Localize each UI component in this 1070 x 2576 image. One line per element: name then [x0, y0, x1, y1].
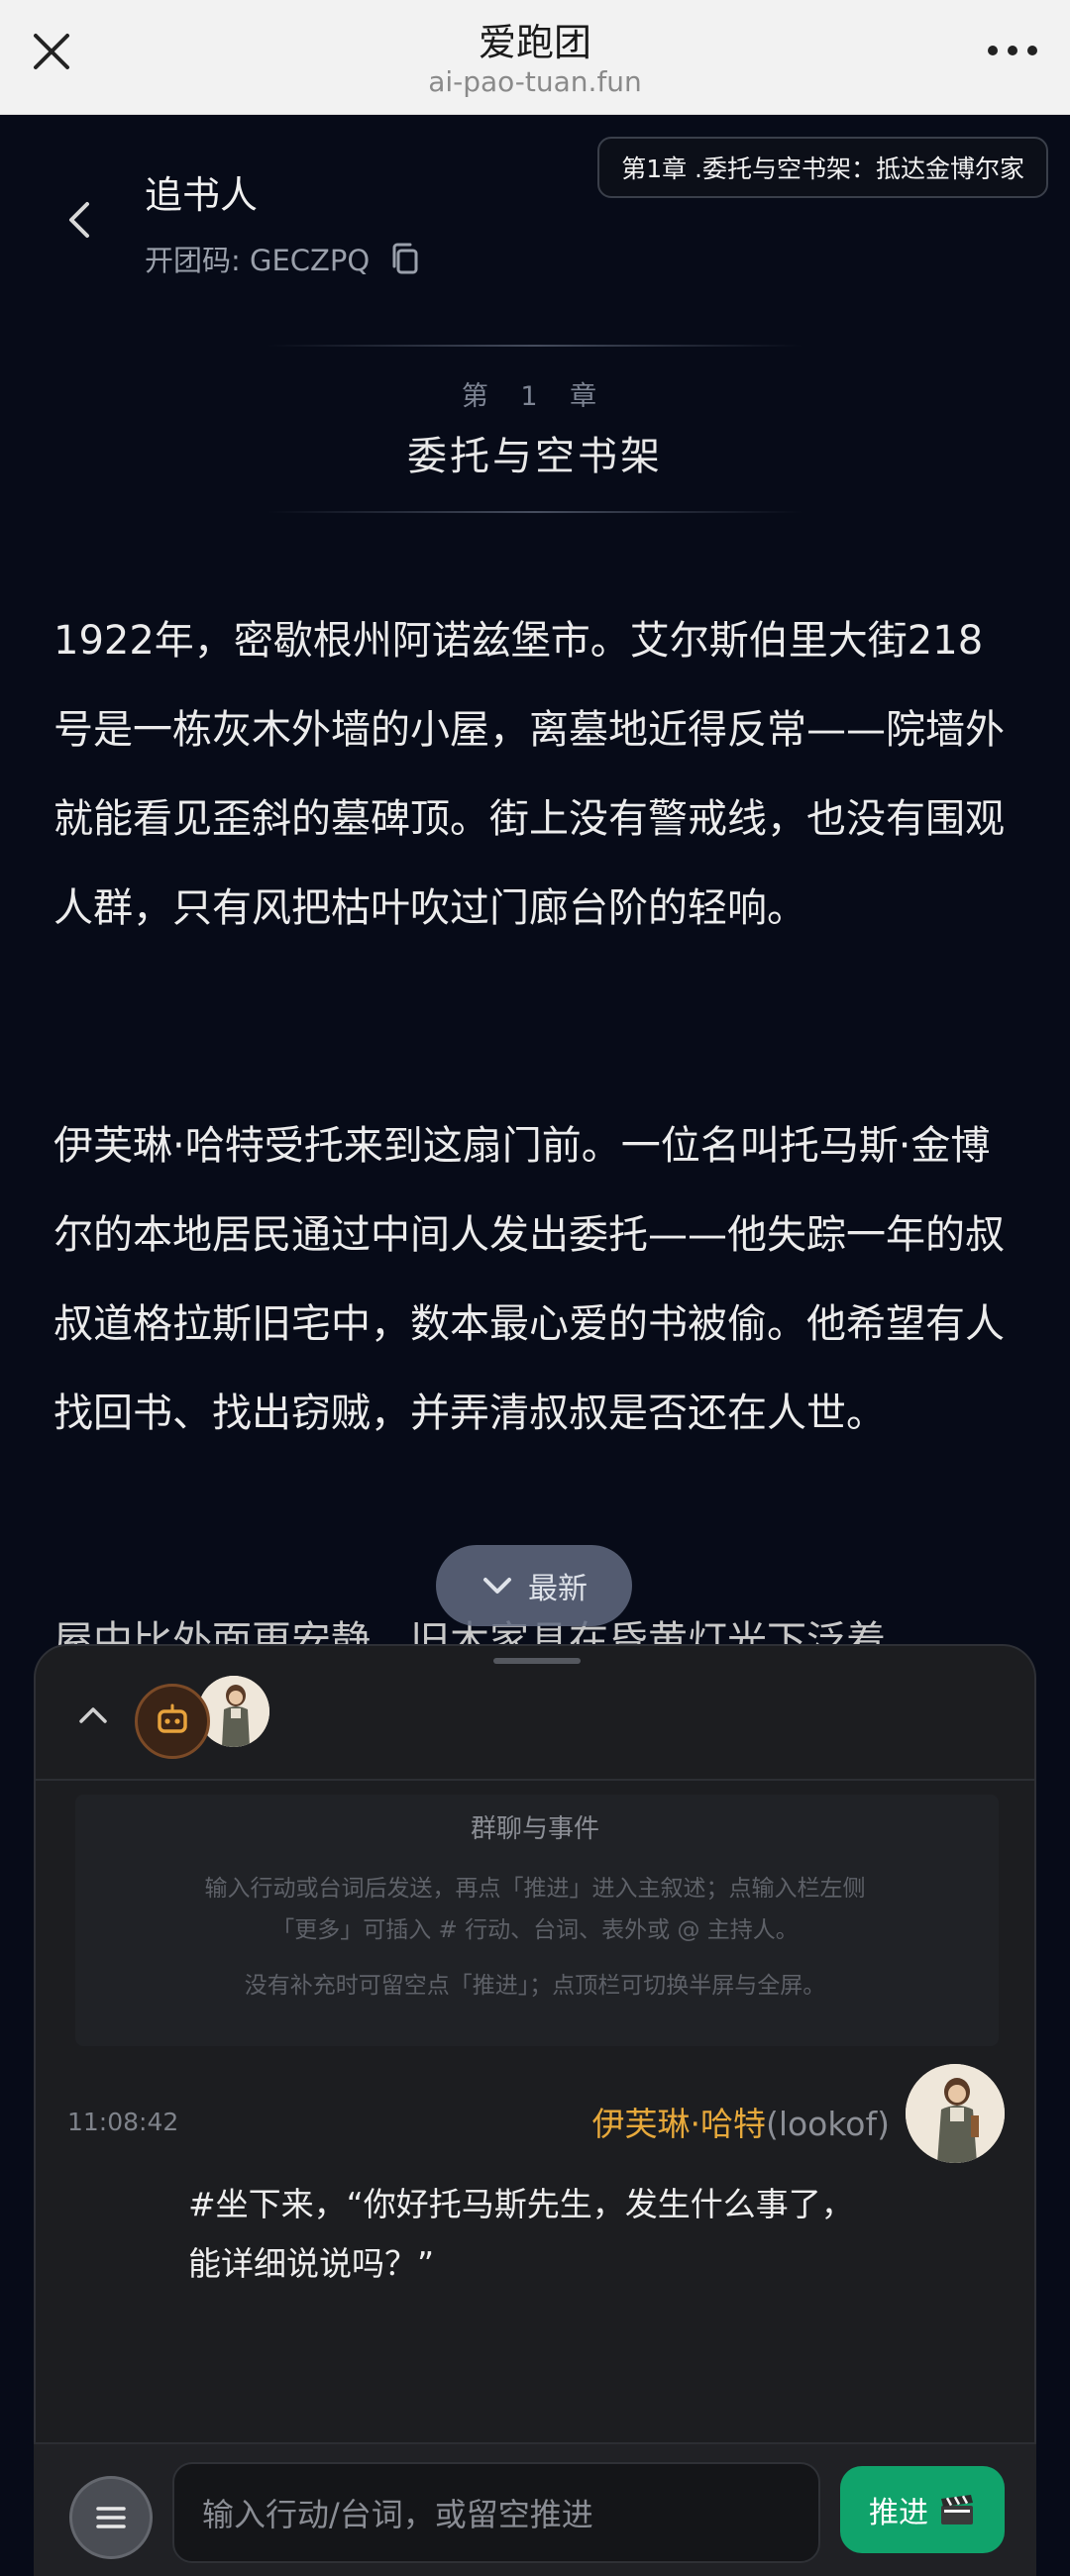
- message-sender: 伊芙琳·哈特(lookof): [591, 2098, 890, 2145]
- chevron-down-icon: [483, 1578, 511, 1594]
- more-icon[interactable]: [983, 36, 1042, 65]
- chapter-name: 委托与空书架: [407, 434, 663, 479]
- sender-name[interactable]: 伊芙琳·哈特: [591, 2105, 766, 2143]
- book-title: 追书人: [145, 173, 259, 217]
- copy-icon[interactable]: [387, 241, 423, 276]
- push-button[interactable]: 推进: [840, 2466, 1005, 2553]
- chapter-badge[interactable]: 第1章 .委托与空书架：抵达金博尔家: [597, 137, 1048, 198]
- character-portrait-icon: [906, 2064, 1005, 2163]
- more-menu-button[interactable]: [69, 2476, 153, 2559]
- message-text: #坐下来，“你好托马斯先生，发生什么事了，能详细说说吗？”: [188, 2185, 854, 2283]
- system-hint: 没有补充时可留空点「推进」；点顶栏可切换半屏与全屏。: [244, 1973, 826, 1999]
- message-avatar[interactable]: [906, 2064, 1005, 2163]
- browser-url: ai-pao-tuan.fun: [428, 65, 642, 98]
- menu-icon: [96, 2507, 126, 2528]
- chapter-number: 第 1 章: [461, 381, 609, 412]
- clapperboard-icon: [941, 2495, 973, 2524]
- system-title: 群聊与事件: [470, 1814, 599, 1844]
- action-input[interactable]: 输入行动/台词，或留空推进: [172, 2462, 820, 2563]
- group-code-row: 开团码: GECZPQ: [145, 238, 423, 279]
- divider: [268, 345, 802, 347]
- input-placeholder: 输入行动/台词，或留空推进: [202, 2496, 593, 2533]
- divider: [268, 511, 802, 513]
- browser-title: 爱跑团: [478, 21, 591, 64]
- sender-id: (lookof): [765, 2105, 890, 2143]
- input-bar: 输入行动/台词，或留空推进 推进: [34, 2442, 1036, 2576]
- robot-icon: [158, 1703, 187, 1733]
- story-paragraph: 1922年，密歇根州阿诺兹堡市。艾尔斯伯里大街218号是一栋灰木外墙的小屋，离墓…: [54, 618, 1005, 931]
- back-icon[interactable]: [59, 198, 99, 242]
- system-hint: 输入行动或台词后发送，再点「推进」进入主叙述；点输入栏左侧「更多」可插入 # 行…: [204, 1876, 866, 1943]
- newest-label: 最新: [528, 1572, 588, 1606]
- bot-avatar[interactable]: [135, 1684, 210, 1759]
- story-paragraph: 伊芙琳·哈特受托来到这扇门前。一位名叫托马斯·金博尔的本地居民通过中间人发出委托…: [54, 1123, 1005, 1436]
- browser-top-bar: 爱跑团 ai-pao-tuan.fun: [0, 0, 1070, 115]
- chat-panel-header[interactable]: [36, 1646, 1034, 1781]
- group-code: 开团码: GECZPQ: [145, 244, 371, 277]
- chevron-up-icon[interactable]: [75, 1698, 111, 1733]
- message-time: 11:08:42: [67, 2108, 179, 2136]
- push-label: 推进: [869, 2496, 928, 2530]
- scroll-to-newest-button[interactable]: 最新: [436, 1545, 632, 1626]
